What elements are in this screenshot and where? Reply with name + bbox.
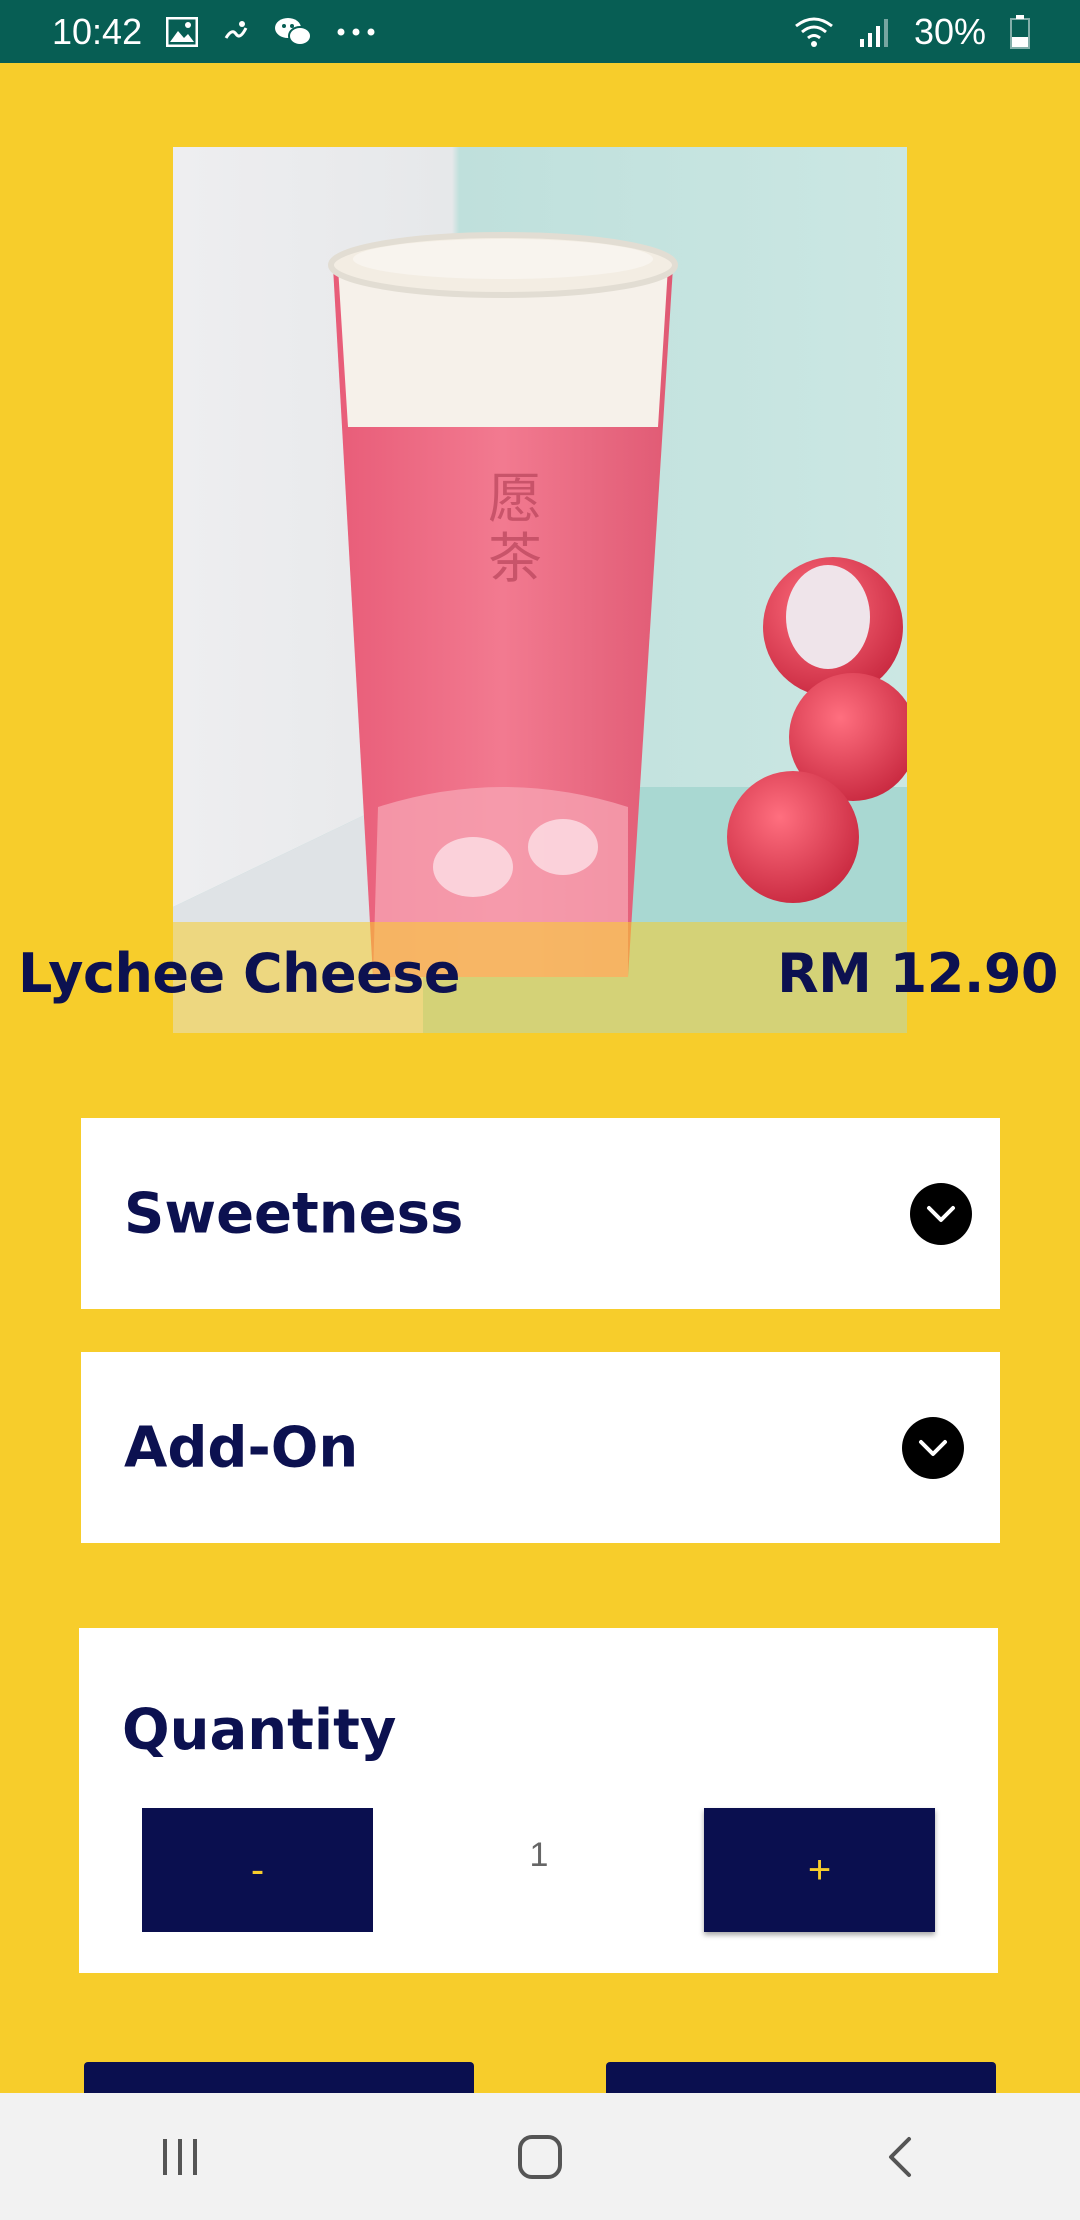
sweetness-label: Sweetness <box>124 1181 464 1246</box>
battery-percent: 30% <box>913 10 986 52</box>
svg-text:愿: 愿 <box>488 467 542 530</box>
status-bar: 10:42 30% <box>0 0 1080 63</box>
system-nav-bar <box>0 2093 1080 2220</box>
signal-icon <box>858 17 890 47</box>
wifi-icon <box>794 16 834 48</box>
product-image: 愿 茶 <box>173 147 907 1033</box>
decrease-quantity-button[interactable]: - <box>142 1808 373 1932</box>
chevron-down-icon[interactable] <box>902 1416 964 1479</box>
addon-label: Add-On <box>124 1415 359 1480</box>
quantity-value: 1 <box>529 1836 549 1874</box>
more-dots-icon <box>336 27 376 37</box>
status-time: 10:42 <box>52 10 143 52</box>
quantity-label: Quantity <box>122 1698 397 1763</box>
quantity-card: Quantity - 1 + <box>79 1628 998 1973</box>
chevron-down-icon[interactable] <box>910 1182 972 1245</box>
product-price: RM 12.90 <box>777 942 1058 1005</box>
wechat-icon <box>274 16 313 48</box>
app-notification-icon <box>222 18 250 46</box>
image-icon <box>166 16 199 47</box>
addon-dropdown[interactable]: Add-On <box>81 1352 1000 1543</box>
sweetness-dropdown[interactable]: Sweetness <box>81 1118 1000 1309</box>
product-name: Lychee Cheese <box>18 942 461 1005</box>
svg-text:茶: 茶 <box>488 527 542 590</box>
increase-quantity-button[interactable]: + <box>704 1808 935 1932</box>
back-icon[interactable] <box>840 2117 960 2197</box>
recent-apps-icon[interactable] <box>120 2117 240 2197</box>
battery-icon <box>1010 14 1030 49</box>
home-icon[interactable] <box>480 2117 600 2197</box>
